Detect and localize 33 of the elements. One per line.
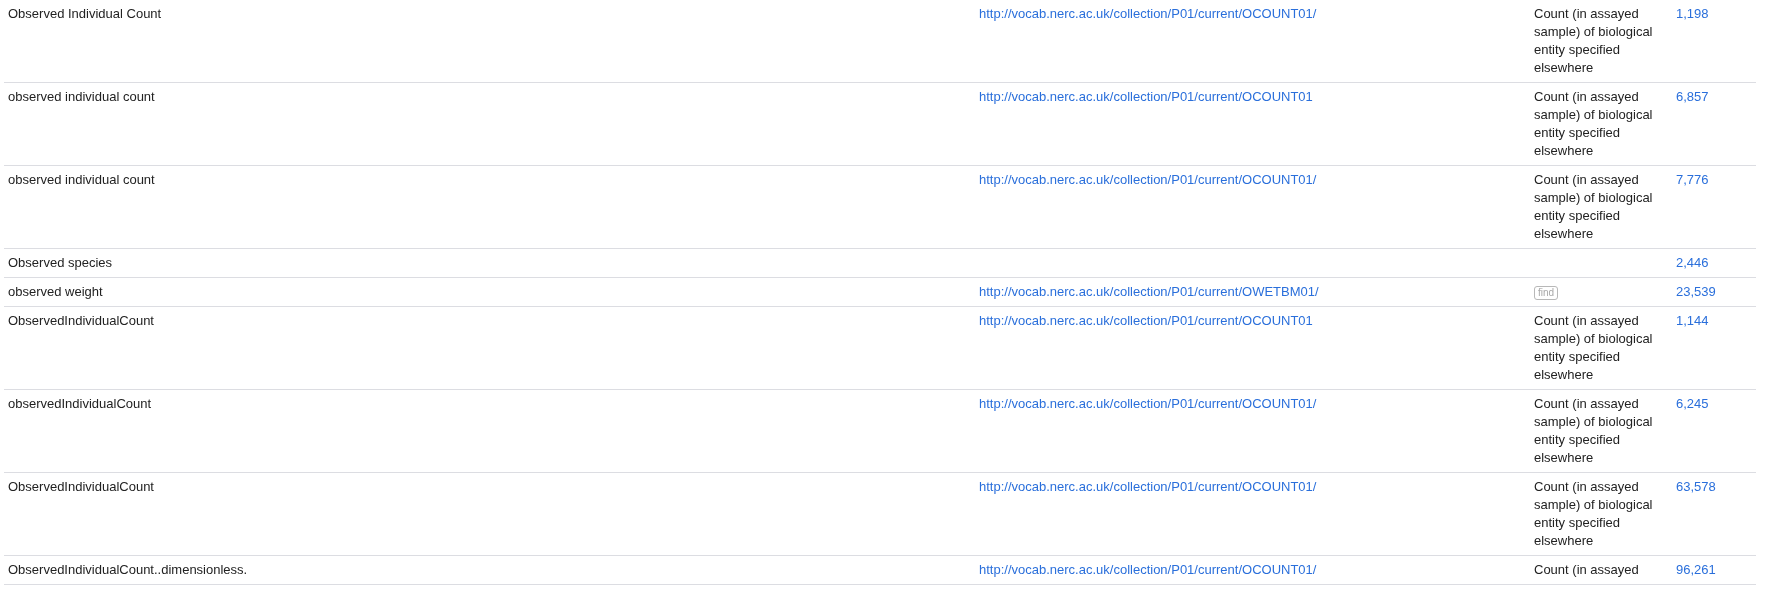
url-link[interactable]: http://vocab.nerc.ac.uk/collection/P01/current/OCOUNT01	[979, 89, 1313, 104]
description-text: Count (in assayed sample) of biological entity specified elsewhere	[1534, 479, 1653, 548]
description-text: Count (in assayed sample) of biological entity specified elsewhere	[1534, 313, 1653, 382]
table-cell: ObservedIndividualCount	[8, 313, 154, 328]
url-link[interactable]: http://vocab.nerc.ac.uk/collection/P01/current/OCOUNT01/	[979, 479, 1317, 494]
url-link[interactable]: http://vocab.nerc.ac.uk/collection/P01/current/OCOUNT01	[979, 313, 1313, 328]
table-cell: observedIndividualCount	[8, 396, 152, 411]
table-cell: observed individual count	[8, 172, 155, 187]
count-link[interactable]: 96,261	[1676, 562, 1716, 577]
count-link[interactable]: 2,446	[1676, 255, 1709, 270]
description-text: Count (in assayed sample) of biological entity specified elsewhere	[1534, 6, 1653, 75]
url-link[interactable]: http://vocab.nerc.ac.uk/collection/P01/current/OCOUNT01/	[979, 396, 1317, 411]
count-link[interactable]: 63,578	[1676, 479, 1716, 494]
table-cell: Observed Individual Count	[8, 6, 162, 21]
description-text: Count (in assayed sample) of biological entity specified elsewhere	[1534, 89, 1653, 158]
count-link[interactable]: 6,245	[1676, 396, 1709, 411]
table-cell: observed weight	[8, 284, 103, 299]
description-text: Count (in assayed sample) of biological entity specified elsewhere	[1534, 172, 1653, 241]
url-link[interactable]: http://vocab.nerc.ac.uk/collection/P01/current/OCOUNT01/	[979, 6, 1317, 21]
url-link[interactable]: http://vocab.nerc.ac.uk/collection/P01/current/OCOUNT01/	[979, 172, 1317, 187]
count-link[interactable]: 6,857	[1676, 89, 1709, 104]
description-text: Count (in assayed sample) of biological entity specified elsewhere	[1534, 396, 1653, 465]
url-link[interactable]: http://vocab.nerc.ac.uk/collection/P01/current/OWETBM01/	[979, 284, 1319, 299]
url-link[interactable]: http://vocab.nerc.ac.uk/collection/P01/current/OCOUNT01/	[979, 562, 1317, 577]
table-cell: ObservedIndividualCount	[8, 479, 154, 494]
count-link[interactable]: 23,539	[1676, 284, 1716, 299]
count-link[interactable]: 7,776	[1676, 172, 1709, 187]
table-cell: observed individual count	[8, 89, 155, 104]
count-link[interactable]: 1,144	[1676, 313, 1709, 328]
count-link[interactable]: 1,198	[1676, 6, 1709, 21]
table-cell: Observed species	[8, 255, 113, 270]
table-cell: ObservedIndividualCount..dimensionless.	[8, 562, 248, 577]
description-text: Count (in assayed	[1534, 562, 1639, 577]
